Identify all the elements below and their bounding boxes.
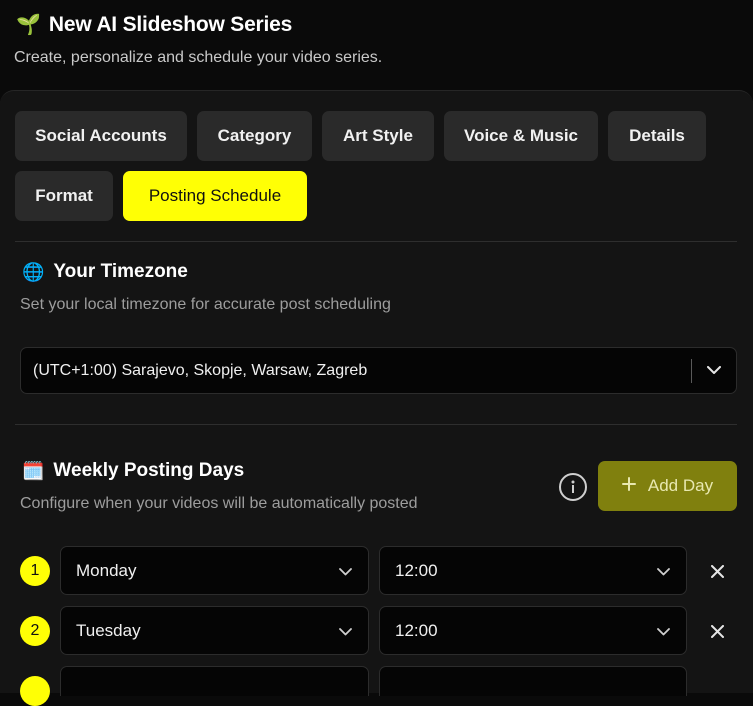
chevron-down-icon[interactable] [692, 366, 736, 375]
close-icon[interactable] [703, 557, 731, 585]
tab-category[interactable]: Category [197, 111, 312, 161]
page-subtitle: Create, personalize and schedule your vi… [14, 49, 383, 66]
day-value: Monday [76, 560, 137, 580]
day-select[interactable]: Monday [60, 546, 369, 595]
tab-social-accounts[interactable]: Social Accounts [15, 111, 187, 161]
title-row: 🌱 New AI Slideshow Series [16, 12, 292, 37]
page-header: 🌱 New AI Slideshow Series Create, person… [0, 0, 753, 90]
globe-icon: 🌐 [22, 261, 45, 282]
time-select[interactable] [379, 666, 687, 696]
tab-posting-schedule[interactable]: Posting Schedule [123, 171, 307, 221]
tab-art-style[interactable]: Art Style [322, 111, 434, 161]
weekly-title: Weekly Posting Days [53, 460, 245, 481]
time-value: 12:00 [395, 560, 438, 580]
weekly-heading: 🗓️ Weekly Posting Days [22, 460, 244, 482]
day-value: Tuesday [76, 620, 141, 640]
add-day-button[interactable]: Add Day [598, 461, 737, 511]
timezone-select[interactable]: (UTC+1:00) Sarajevo, Skopje, Warsaw, Zag… [20, 347, 737, 394]
close-icon[interactable] [703, 617, 731, 645]
tab-voice-music[interactable]: Voice & Music [444, 111, 598, 161]
chevron-down-icon [339, 621, 352, 641]
chevron-down-icon [657, 621, 670, 641]
divider [15, 424, 737, 425]
timezone-title: Your Timezone [53, 261, 188, 282]
plus-icon [621, 476, 636, 496]
time-select[interactable]: 12:00 [379, 606, 687, 655]
add-day-label: Add Day [647, 476, 714, 495]
info-icon[interactable] [559, 473, 587, 501]
chevron-down-icon [339, 561, 352, 581]
page-title: New AI Slideshow Series [48, 12, 293, 36]
time-select[interactable]: 12:00 [379, 546, 687, 595]
divider [15, 241, 737, 242]
calendar-icon: 🗓️ [22, 460, 45, 481]
day-number-badge [20, 676, 50, 706]
time-value: 12:00 [395, 620, 438, 640]
day-select[interactable]: Tuesday [60, 606, 369, 655]
day-select[interactable] [60, 666, 369, 696]
day-number-badge: 2 [20, 616, 50, 646]
timezone-heading: 🌐 Your Timezone [22, 261, 188, 283]
day-number-badge: 1 [20, 556, 50, 586]
tab-details[interactable]: Details [608, 111, 706, 161]
timezone-description: Set your local timezone for accurate pos… [20, 296, 391, 313]
chevron-down-icon [657, 561, 670, 581]
weekly-description: Configure when your videos will be autom… [20, 495, 418, 512]
tab-format[interactable]: Format [15, 171, 113, 221]
timezone-value: (UTC+1:00) Sarajevo, Skopje, Warsaw, Zag… [33, 361, 368, 379]
seedling-icon: 🌱 [16, 14, 41, 36]
